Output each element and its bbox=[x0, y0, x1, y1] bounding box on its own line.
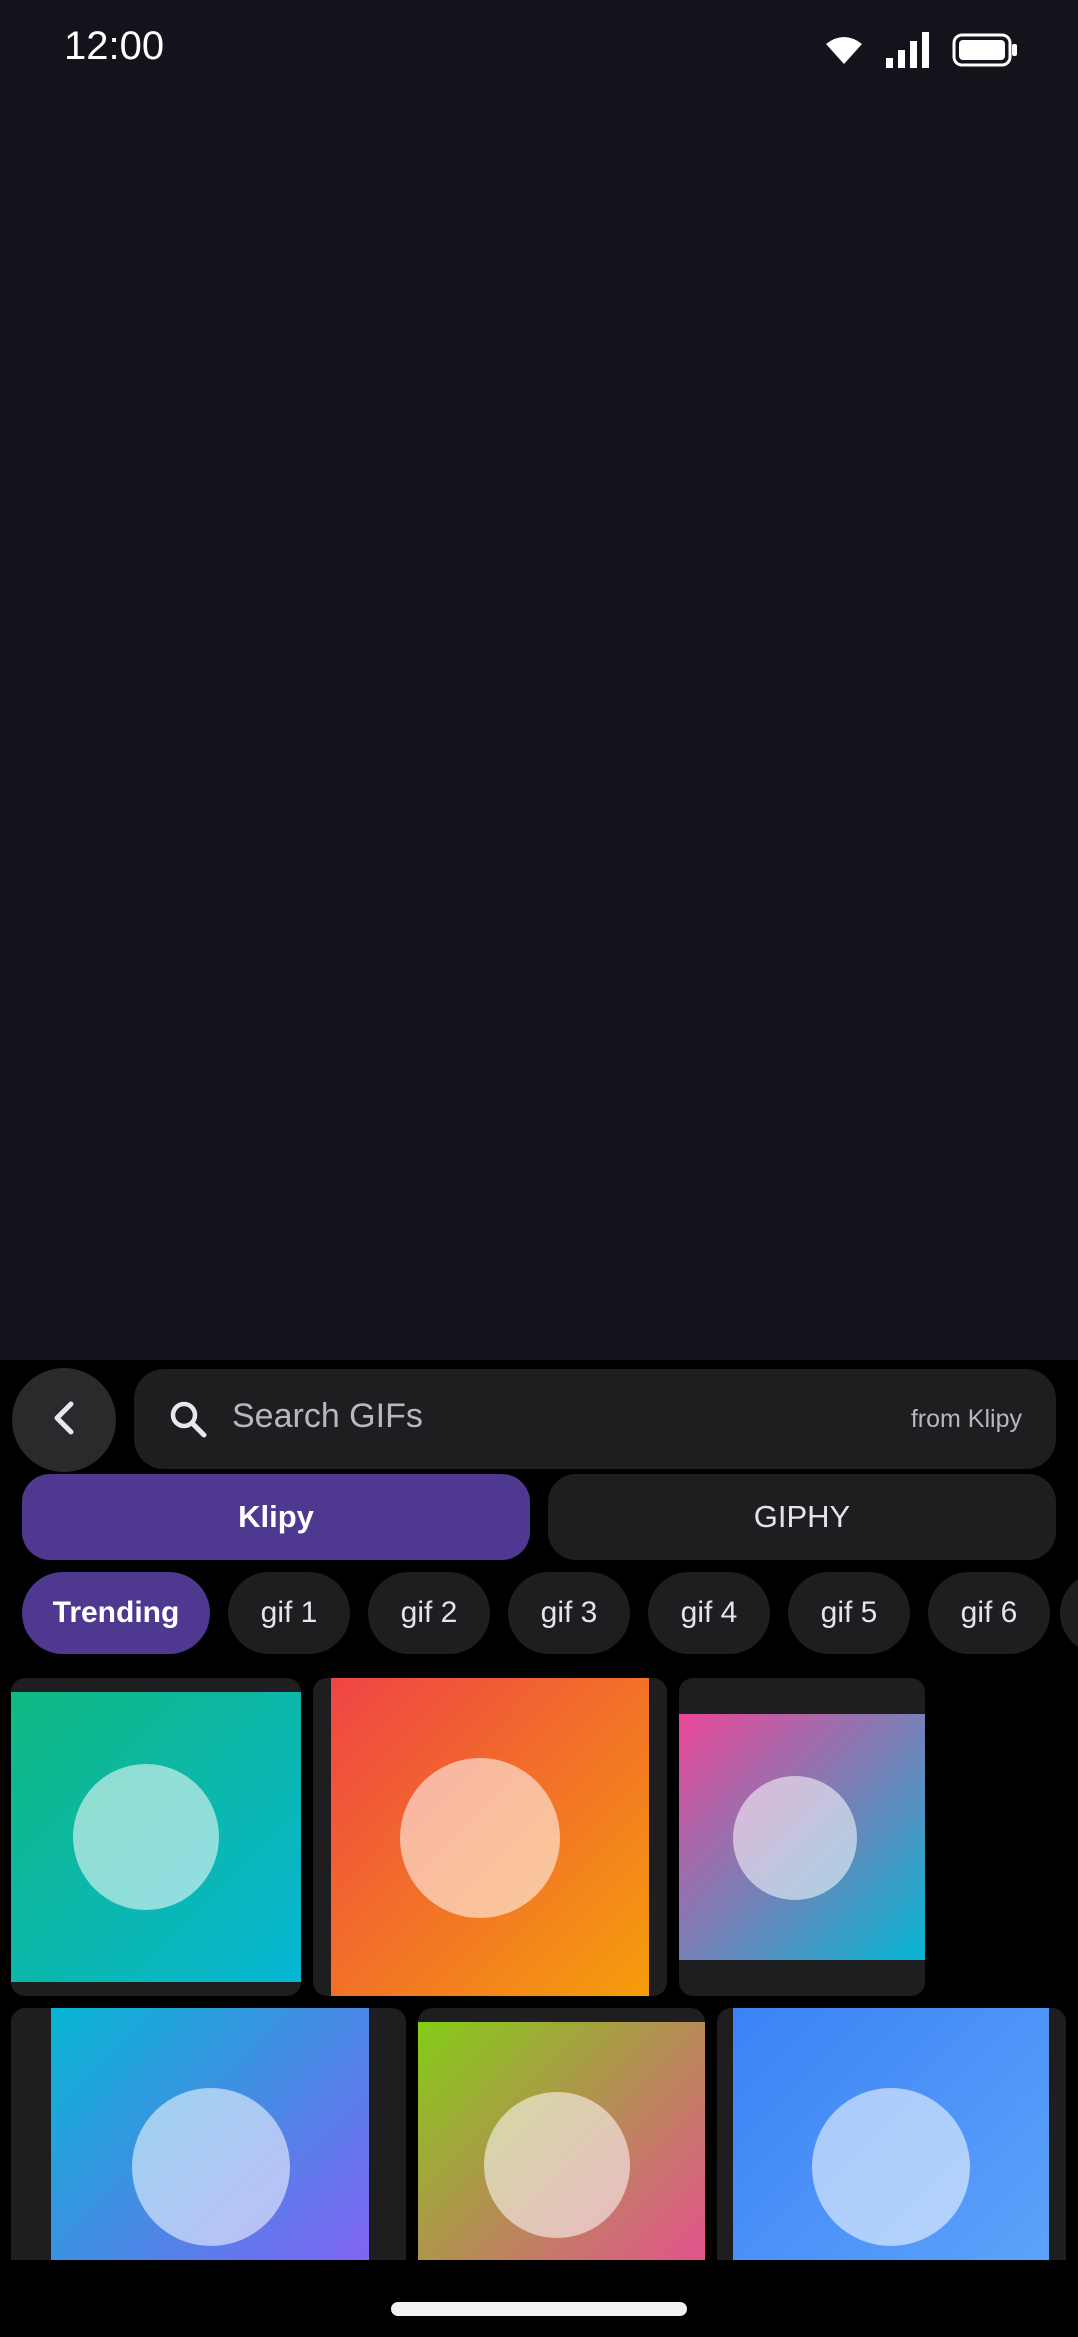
chip-gif-6[interactable]: gif 6 bbox=[928, 1572, 1050, 1654]
chip-gif-1[interactable]: gif 1 bbox=[228, 1572, 350, 1654]
category-chips: Trending gif 1 gif 2 gif 3 gif 4 gif 5 g… bbox=[22, 1572, 1078, 1654]
search-placeholder: Search GIFs bbox=[232, 1397, 423, 1435]
gif-item[interactable] bbox=[313, 1678, 667, 1996]
gif-placeholder-circle bbox=[132, 2088, 290, 2246]
gif-placeholder-circle bbox=[484, 2092, 630, 2238]
status-bar: 12:00 bbox=[0, 0, 1078, 96]
chip-trending[interactable]: Trending bbox=[22, 1572, 210, 1654]
chip-gif-3[interactable]: gif 3 bbox=[508, 1572, 630, 1654]
gif-placeholder-circle bbox=[73, 1764, 219, 1910]
battery-icon bbox=[952, 33, 1018, 67]
chip-gif-2[interactable]: gif 2 bbox=[368, 1572, 490, 1654]
gif-item[interactable] bbox=[679, 1678, 925, 1996]
search-icon bbox=[168, 1399, 208, 1444]
home-indicator[interactable] bbox=[391, 2302, 687, 2316]
gif-placeholder-circle bbox=[812, 2088, 970, 2246]
search-source-label: from Klipy bbox=[910, 1405, 1022, 1433]
chip-gif-4[interactable]: gif 4 bbox=[648, 1572, 770, 1654]
status-time: 12:00 bbox=[64, 24, 165, 68]
chevron-left-icon bbox=[49, 1398, 79, 1443]
navigation-bar bbox=[0, 2260, 1078, 2337]
gif-placeholder-circle bbox=[733, 1776, 857, 1900]
gif-thumbnail bbox=[331, 1678, 649, 1996]
status-icons bbox=[824, 30, 1018, 70]
chip-gif-5[interactable]: gif 5 bbox=[788, 1572, 910, 1654]
gif-thumbnail bbox=[11, 1692, 301, 1982]
back-button[interactable] bbox=[12, 1368, 116, 1472]
provider-tab-giphy[interactable]: GIPHY bbox=[548, 1474, 1056, 1560]
wifi-icon bbox=[824, 34, 864, 66]
gif-thumbnail bbox=[679, 1714, 925, 1960]
search-input[interactable]: Search GIFs from Klipy bbox=[134, 1369, 1056, 1469]
cellular-signal-icon bbox=[886, 32, 930, 68]
chip-more[interactable] bbox=[1060, 1572, 1078, 1654]
provider-tab-klipy[interactable]: Klipy bbox=[22, 1474, 530, 1560]
gif-item[interactable] bbox=[11, 1678, 301, 1996]
gif-placeholder-circle bbox=[400, 1758, 560, 1918]
